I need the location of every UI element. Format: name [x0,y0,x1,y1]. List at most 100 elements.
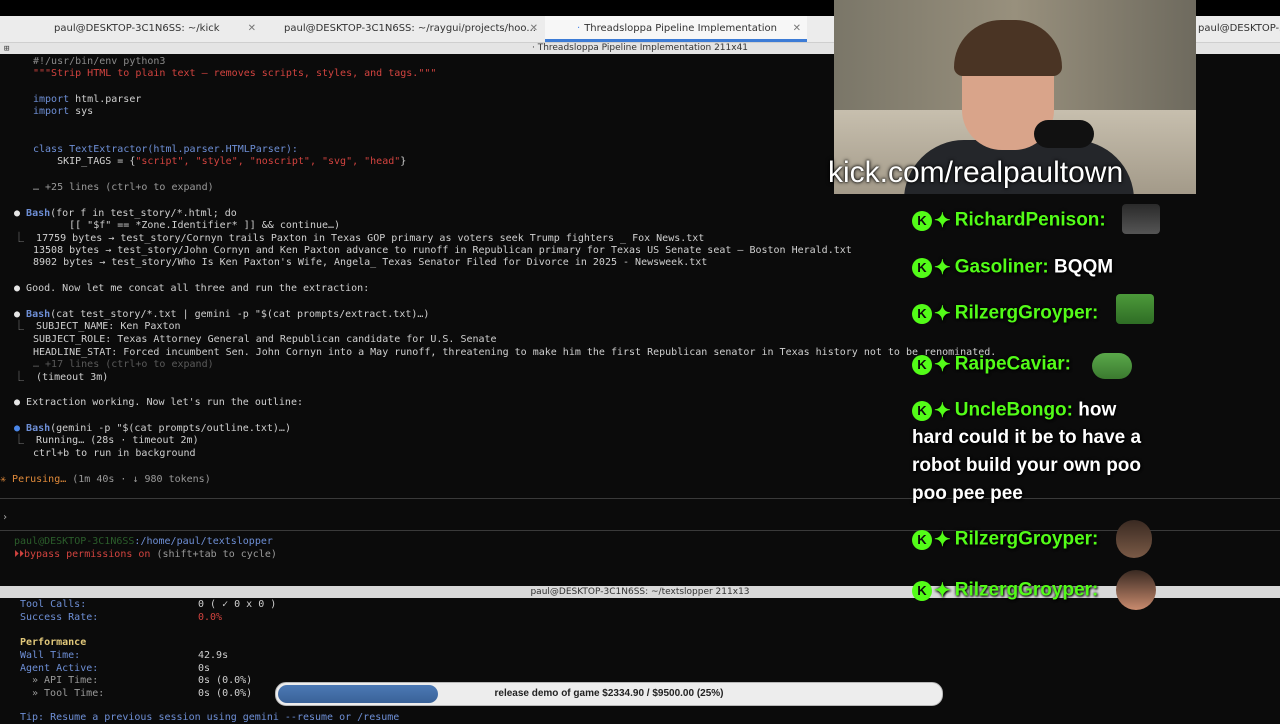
code-docstring: """Strip HTML to plain text — removes sc… [33,68,437,79]
activity-dot-icon: · [577,23,581,34]
tab-raygui[interactable]: paul@DESKTOP-3C1N6SS: ~/raygui/projects/… [262,16,544,42]
bullet-icon: ● [14,423,27,434]
spinner-icon: ✳ [0,474,13,485]
prompt-input[interactable]: › [2,512,8,524]
code-keyword: import [33,106,70,117]
chat-message: K ✦ UncleBongo: how [912,398,1116,423]
code-shebang: #!/usr/bin/env python3 [33,56,166,67]
code-keyword: class [33,144,64,155]
result-icon: ⎿ [14,233,37,244]
bullet-icon: ● [14,283,27,294]
emote-image [1122,204,1160,234]
pepe-emote-image [1116,294,1154,324]
kick-badge-icon: K [912,529,932,550]
code-text: sys [69,106,94,117]
goal-text: release demo of game $2334.90 / $9500.00… [494,688,724,699]
tool-output: 8902 bytes → test_story/Who Is Ken Paxto… [33,257,708,268]
chat-username: UncleBongo: [954,399,1073,421]
tip-text: Tip: Resume a previous session using gem… [20,712,400,723]
perusing-detail: (1m 40s · ↓ 980 tokens) [66,474,211,485]
tab-label: paul@DESKTOP-3C1N6SS: ~/kick/kick-w [1198,23,1280,34]
code-text: } [400,156,407,167]
tab-label: paul@DESKTOP-3C1N6SS: ~/kick [54,23,220,34]
chat-text: how [1072,399,1117,421]
stat-label: » Tool Time: [32,688,105,699]
bullet-icon: ● [14,309,27,320]
sparkle-icon: ✦ [934,257,951,279]
perusing-label: Perusing… [12,474,67,485]
bypass-icon: ⏵⏵ [14,549,24,560]
tool-output: Running… (28s · timeout 2m) [36,435,199,446]
result-icon: ⎿ [14,372,37,383]
donation-goal-bar: release demo of game $2334.90 / $9500.00… [275,682,943,706]
shell-path: :/home/paul/textslopper [134,536,273,547]
kick-badge-icon: K [912,580,932,601]
stat-value: 0.0% [198,612,223,623]
emote-image [1116,520,1152,558]
sparkle-icon: ✦ [934,354,951,376]
code-keyword: import [33,94,70,105]
code-text: html.parser [69,94,142,105]
close-icon[interactable]: ✕ [530,16,538,42]
code-text: SKIP_TAGS = { [33,156,136,167]
tool-cmd: (for f in test_story/*.html; do [50,208,237,219]
sparkle-icon: ✦ [934,400,951,422]
close-icon[interactable]: ✕ [248,16,256,42]
code-class-name: TextExtractor(html.parser.HTMLParser): [63,144,298,155]
chat-message: K ✦ RaipeCaviar: [912,352,1071,377]
chat-message: K ✦ RilzergGroyper: [912,578,1098,603]
tab-kick-w[interactable]: paul@DESKTOP-3C1N6SS: ~/kick/kick-w [1196,16,1280,42]
stat-value: 0s (0.0%) [198,675,253,686]
bypass-status: bypass permissions on [24,549,151,560]
tool-output: 13508 bytes → test_story/John Cornyn and… [33,245,852,256]
tool-output: (timeout 3m) [36,372,109,383]
chat-message: K ✦ RichardPenison: [912,208,1106,233]
chat-username: RichardPenison: [954,209,1106,231]
tool-name: Bash [26,423,51,434]
expand-hint[interactable]: … +17 lines (ctrl+o to expand) [33,359,214,371]
pepe-emote-image [1092,353,1132,379]
tab-label: paul@DESKTOP-3C1N6SS: ~/raygui/projects/… [284,23,536,34]
tab-label: Threadsloppa Pipeline Implementation [584,23,777,34]
assistant-message: Good. Now let me concat all three and ru… [26,283,370,294]
tool-output: HEADLINE_STAT: Forced incumbent Sen. Joh… [33,347,997,358]
kick-badge-icon: K [912,210,932,231]
tab-kick[interactable]: paul@DESKTOP-3C1N6SS: ~/kick ✕ [0,16,262,42]
assistant-message: Extraction working. Now let's run the ou… [26,397,303,408]
chat-message: K ✦ RilzergGroyper: [912,301,1098,326]
chat-text-continued: hard could it be to have a robot build y… [912,427,1142,504]
stat-label: Success Rate: [20,612,99,623]
chat-username: Gasoliner: [954,256,1049,278]
chat-username: RilzergGroyper: [954,528,1099,550]
sparkle-icon: ✦ [934,210,951,232]
stat-value: 0s [198,663,211,674]
stat-value: 42.9s [198,650,229,661]
webcam-mic [1034,120,1094,148]
stat-label: Tool Calls: [20,599,87,610]
tool-cmd-cont: [[ "$f" == *Zone.Identifier* ]] && conti… [33,220,341,231]
tab-threadsloppa[interactable]: · Threadsloppa Pipeline Implementation ✕ [545,16,807,42]
tool-name: Bash [26,208,51,219]
sparkle-icon: ✦ [934,303,951,325]
expand-hint[interactable]: … +25 lines (ctrl+o to expand) [33,182,214,194]
bypass-hint: (shift+tab to cycle) [150,549,277,560]
tool-cmd: (gemini -p "$(cat prompts/outline.txt)…) [50,423,291,434]
result-icon: ⎿ [14,435,37,446]
tool-output: SUBJECT_ROLE: Texas Attorney General and… [33,334,497,345]
tool-output: SUBJECT_NAME: Ken Paxton [36,321,181,332]
chat-username: RilzergGroyper: [954,579,1099,601]
sparkle-icon: ✦ [934,580,951,602]
stat-label: » API Time: [32,675,99,686]
close-icon[interactable]: ✕ [793,16,801,39]
kick-badge-icon: K [912,257,932,278]
kick-badge-icon: K [912,400,932,421]
stat-label: Wall Time: [20,650,81,661]
chat-username: RaipeCaviar: [954,353,1071,375]
tool-output: 17759 bytes → test_story/Cornyn trails P… [36,233,705,244]
stat-value: 0 ( ✓ 0 x 0 ) [198,599,277,610]
kick-url: kick.com/realpaultown [828,156,1124,189]
tool-name: Bash [26,309,51,320]
stat-label: Agent Active: [20,663,99,674]
grid-icon[interactable]: ⊞ [4,44,9,54]
bullet-icon: ● [14,397,27,408]
